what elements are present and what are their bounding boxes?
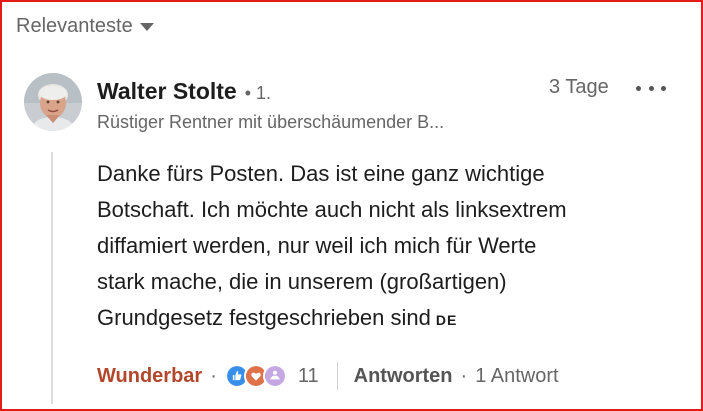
divider (336, 362, 338, 390)
comment-line: Danke fürs Posten. Das ist eine ganz wic… (97, 161, 545, 186)
comment-line: Grundgesetz festgeschrieben sind (97, 305, 431, 330)
comment-line-last: Grundgesetz festgeschrieben sind DE (97, 300, 657, 338)
author-line: Walter Stolte • 1. (97, 78, 271, 105)
author-headline: Rüstiger Rentner mit überschäumender B..… (97, 112, 445, 132)
timestamp: 3 Tage (549, 76, 609, 98)
connection-degree: • 1. (244, 83, 272, 103)
reaction-icons[interactable] (224, 364, 287, 388)
separator-dot: · (460, 364, 468, 387)
flag-de-badge: DE (435, 312, 458, 328)
comment-line: stark mache, die in unserem (großartigen… (97, 269, 507, 294)
sort-dropdown[interactable]: Relevanteste (16, 15, 154, 38)
more-horizontal-icon[interactable] (636, 81, 666, 95)
reply-count[interactable]: 1 Antwort (475, 365, 558, 388)
caret-down-icon (139, 22, 154, 31)
reply-button[interactable]: Antworten (354, 365, 453, 388)
comment-line: diffamiert werden, nur weil ich mich für… (97, 233, 537, 258)
reaction-button[interactable]: Wunderbar (97, 365, 202, 388)
comment-actions: Wunderbar · 11 Antworten · 1 Antwort (97, 362, 559, 390)
celebrate-icon (262, 364, 287, 388)
avatar[interactable] (24, 73, 82, 131)
separator-dot: · (210, 364, 217, 387)
reaction-count[interactable]: 11 (298, 365, 319, 388)
thread-line (51, 152, 53, 404)
sort-label: Relevanteste (16, 15, 133, 37)
comment-text: Danke fürs Posten. Das ist eine ganz wic… (97, 156, 657, 338)
author-name[interactable]: Walter Stolte (97, 78, 237, 105)
comment-line: Botschaft. Ich möchte auch nicht als lin… (97, 197, 567, 222)
